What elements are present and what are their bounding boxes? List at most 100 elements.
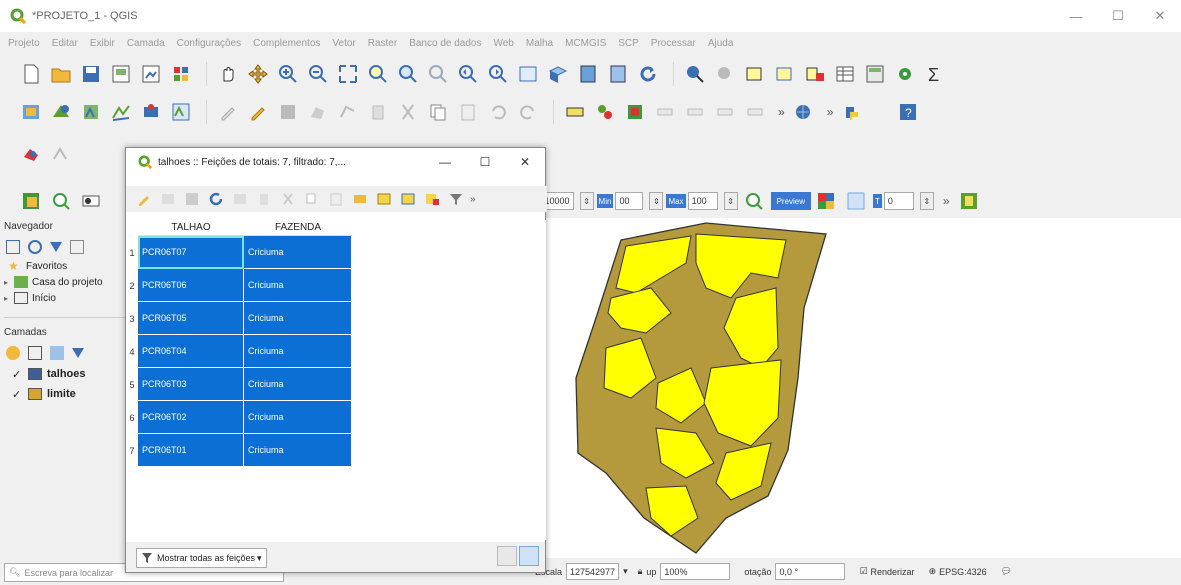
- table-view-icon[interactable]: [519, 546, 539, 566]
- maximize-button[interactable]: ☐: [1097, 0, 1139, 32]
- cut-icon[interactable]: [278, 189, 298, 209]
- minimize-button[interactable]: —: [1055, 0, 1097, 32]
- show-all-features-dropdown[interactable]: Mostrar todas as feições ▾: [136, 548, 267, 568]
- menu-banco-de-dados[interactable]: Banco de dados: [409, 38, 481, 49]
- open-attribute-table-icon[interactable]: [832, 61, 858, 87]
- new-3d-view-icon[interactable]: [545, 61, 571, 87]
- add-layer-icon[interactable]: [6, 240, 20, 254]
- pan-hand-icon[interactable]: [215, 61, 241, 87]
- rgb-icon[interactable]: [78, 188, 104, 214]
- diagram-options-icon[interactable]: [622, 99, 648, 125]
- column-header-talhao[interactable]: TALHAO: [138, 220, 244, 236]
- zoom-to-image-icon[interactable]: [48, 188, 74, 214]
- cell-fazenda[interactable]: Criciuma: [244, 269, 352, 302]
- menu-editar[interactable]: Editar: [52, 38, 78, 49]
- row-number[interactable]: 4: [126, 335, 138, 368]
- delete-feature-icon[interactable]: [254, 189, 274, 209]
- zoom-preview-icon[interactable]: [741, 188, 767, 214]
- layer-visibility-checkbox[interactable]: ✓: [12, 388, 22, 401]
- menu-configuracoes[interactable]: Configurações: [177, 38, 241, 49]
- browser-item-casa-do-projeto[interactable]: ▸ Casa do projeto: [0, 274, 125, 290]
- layer-item-limite[interactable]: ✓ limite: [0, 384, 125, 404]
- collapse-all-icon[interactable]: [70, 240, 84, 254]
- add-raster-layer-icon[interactable]: [78, 99, 104, 125]
- pan-to-selection-icon[interactable]: [245, 61, 271, 87]
- refresh-browser-icon[interactable]: [28, 240, 42, 254]
- table-row[interactable]: 7 PCR06T01 Criciuma: [126, 434, 352, 467]
- manage-visibility-icon[interactable]: [50, 346, 64, 360]
- help-icon[interactable]: ?: [895, 99, 921, 125]
- change-label-icon[interactable]: [742, 99, 768, 125]
- highlight-labels-icon[interactable]: [652, 99, 678, 125]
- menu-vetor[interactable]: Vetor: [332, 38, 355, 49]
- lock-scale-icon[interactable]: 🔒︎: [638, 566, 643, 577]
- row-number[interactable]: 2: [126, 269, 138, 302]
- expand-arrow-icon[interactable]: ▸: [4, 278, 14, 287]
- select-features-icon[interactable]: [742, 61, 768, 87]
- scale-dropdown-icon[interactable]: ▾: [623, 566, 628, 577]
- dialog-minimize-button[interactable]: —: [425, 148, 465, 176]
- attribute-table-titlebar[interactable]: talhoes :: Feições de totais: 7, filtrad…: [126, 148, 545, 176]
- menu-mcmgis[interactable]: MCMGIS: [565, 38, 606, 49]
- open-project-icon[interactable]: [48, 61, 74, 87]
- scp-main-icon[interactable]: [956, 188, 982, 214]
- zoom-native-icon[interactable]: [425, 61, 451, 87]
- zoom-last-icon[interactable]: [455, 61, 481, 87]
- rotate-label-icon[interactable]: [712, 99, 738, 125]
- multi-edit-icon[interactable]: [158, 189, 178, 209]
- add-group-icon[interactable]: [28, 346, 42, 360]
- new-project-icon[interactable]: [18, 61, 44, 87]
- python-console-icon[interactable]: [839, 99, 865, 125]
- layer-styling-icon[interactable]: [6, 346, 20, 360]
- table-row[interactable]: 5 PCR06T03 Criciuma: [126, 368, 352, 401]
- gps-tools-icon[interactable]: [18, 141, 44, 167]
- dialog-close-button[interactable]: ✕: [505, 148, 545, 176]
- filter-legend-icon[interactable]: [72, 348, 84, 358]
- run-action-icon[interactable]: [712, 61, 738, 87]
- cut-features-icon[interactable]: [395, 99, 421, 125]
- add-mesh-layer-icon[interactable]: [108, 99, 134, 125]
- expand-arrow-icon[interactable]: ▸: [4, 294, 14, 303]
- table-row[interactable]: 6 PCR06T02 Criciuma: [126, 401, 352, 434]
- paste-icon[interactable]: [326, 189, 346, 209]
- remove-preview-icon[interactable]: [843, 188, 869, 214]
- cell-talhao[interactable]: PCR06T04: [138, 335, 244, 368]
- scp-dock-icon[interactable]: [18, 188, 44, 214]
- refresh-icon[interactable]: [635, 61, 661, 87]
- render-checkbox[interactable]: ☑: [859, 566, 867, 577]
- min-spin-arrow-icon[interactable]: ⇕: [579, 192, 594, 210]
- menu-raster[interactable]: Raster: [368, 38, 397, 49]
- menu-malha[interactable]: Malha: [526, 38, 553, 49]
- add-delimited-text-icon[interactable]: [138, 99, 164, 125]
- cell-fazenda[interactable]: Criciuma: [244, 401, 352, 434]
- map-canvas[interactable]: [546, 218, 1181, 558]
- close-button[interactable]: ✕: [1139, 0, 1181, 32]
- undo-icon[interactable]: [485, 99, 511, 125]
- rotation-input[interactable]: 0,0 °: [775, 563, 846, 580]
- more-tools-chevron-icon[interactable]: »: [778, 105, 785, 119]
- copy-icon[interactable]: [302, 189, 322, 209]
- digitize-advanced-icon[interactable]: [48, 141, 74, 167]
- row-number[interactable]: 1: [126, 236, 138, 269]
- cell-fazenda[interactable]: Criciuma: [244, 434, 352, 467]
- deselect-all-icon[interactable]: [422, 189, 442, 209]
- menu-processar[interactable]: Processar: [651, 38, 696, 49]
- cell-fazenda[interactable]: Criciuma: [244, 335, 352, 368]
- web-plugin-icon[interactable]: [791, 99, 817, 125]
- cell-talhao[interactable]: PCR06T05: [138, 302, 244, 335]
- processing-toolbox-icon[interactable]: [892, 61, 918, 87]
- layer-visibility-checkbox[interactable]: ✓: [12, 368, 22, 381]
- copy-features-icon[interactable]: [425, 99, 451, 125]
- statistical-summary-icon[interactable]: Σ: [922, 61, 948, 87]
- select-by-expression-icon[interactable]: [350, 189, 370, 209]
- row-number[interactable]: 7: [126, 434, 138, 467]
- transparency-input[interactable]: 0: [883, 192, 914, 210]
- delete-selected-icon[interactable]: [365, 99, 391, 125]
- toggle-editing-icon[interactable]: [134, 189, 154, 209]
- more-scp-chevron-icon[interactable]: »: [943, 194, 950, 208]
- cell-talhao[interactable]: PCR06T06: [138, 269, 244, 302]
- paste-features-icon[interactable]: [455, 99, 481, 125]
- save-edits-icon[interactable]: [182, 189, 202, 209]
- cell-talhao[interactable]: PCR06T02: [138, 401, 244, 434]
- add-wms-layer-icon[interactable]: [168, 99, 194, 125]
